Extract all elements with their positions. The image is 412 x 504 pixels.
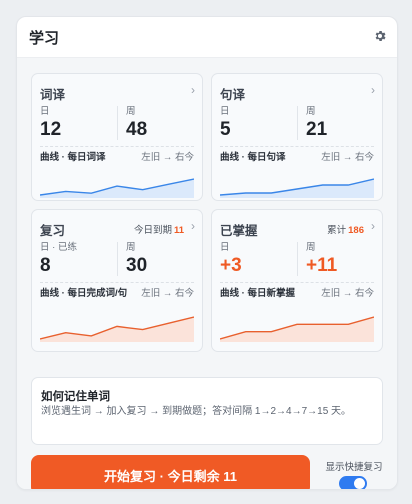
chevron-right-icon: › bbox=[371, 219, 375, 233]
divider bbox=[297, 242, 298, 276]
divider bbox=[117, 106, 118, 140]
stat-week: 周 +11 bbox=[306, 242, 337, 277]
stat-day: 日 12 bbox=[40, 106, 61, 141]
tip-title: 如何记住单词 bbox=[41, 391, 110, 403]
stat-label: 日 bbox=[220, 106, 230, 117]
stat-day: 日 +3 bbox=[220, 242, 242, 277]
chevron-right-icon: › bbox=[371, 83, 375, 97]
chart-range-label: 左旧 → 右今 bbox=[321, 152, 374, 163]
stat-value: 12 bbox=[40, 119, 62, 140]
panel-header: 学习 bbox=[17, 17, 397, 58]
divider bbox=[40, 146, 194, 147]
due-count: 11 bbox=[173, 225, 184, 236]
quick-review-label: 显示快捷复习 bbox=[325, 462, 383, 473]
panel-content: 词译 › 日 12 周 48 曲线 · 每日词译 左旧 → 右今 句译 › 日 … bbox=[17, 58, 397, 489]
card-title: 复习 bbox=[40, 224, 66, 238]
card-title: 词译 bbox=[40, 88, 66, 102]
stat-value: 21 bbox=[306, 119, 328, 140]
stat-label: 日 · 已练 bbox=[40, 242, 77, 253]
card-title: 句译 bbox=[220, 88, 246, 102]
sparkline-area bbox=[40, 317, 194, 342]
stat-value: 48 bbox=[126, 119, 148, 140]
divider bbox=[297, 106, 298, 140]
quick-review-toggle[interactable] bbox=[339, 476, 367, 489]
card-sentence-translation[interactable]: 句译 › 日 5 周 21 曲线 · 每日句译 左旧 → 右今 bbox=[211, 73, 383, 201]
card-mastered[interactable]: 已掌握 累计 186 › 日 +3 周 +11 曲线 · 每日新掌握 左旧 → 右… bbox=[211, 209, 383, 352]
stat-week: 周 30 bbox=[126, 242, 147, 277]
stat-day: 日 5 bbox=[220, 106, 231, 141]
stat-week: 周 21 bbox=[306, 106, 327, 141]
chart-range-label: 左旧 → 右今 bbox=[141, 288, 194, 299]
start-review-button[interactable]: 开始复习 · 今日剩余 11 bbox=[31, 455, 310, 489]
stat-value: 8 bbox=[40, 255, 51, 276]
chart-caption: 曲线 · 每日句译 bbox=[220, 152, 286, 163]
stat-value: 5 bbox=[220, 119, 231, 140]
total-label: 累计 bbox=[327, 225, 347, 236]
total-count: 累计 186 bbox=[327, 222, 364, 236]
due-label: 今日到期 bbox=[133, 225, 172, 236]
divider bbox=[117, 242, 118, 276]
chevron-right-icon: › bbox=[191, 83, 195, 97]
divider bbox=[220, 282, 374, 283]
chart-range-label: 左旧 → 右今 bbox=[321, 288, 374, 299]
card-word-translation[interactable]: 词译 › 日 12 周 48 曲线 · 每日词译 左旧 → 右今 bbox=[31, 73, 203, 201]
gear-icon[interactable] bbox=[373, 29, 387, 43]
stat-value: +3 bbox=[220, 255, 242, 276]
stat-label: 周 bbox=[126, 106, 136, 117]
card-review[interactable]: 复习 今日到期 11 › 日 · 已练 8 周 30 曲线 · 每日完成词/句 左… bbox=[31, 209, 203, 352]
chart-caption: 曲线 · 每日词译 bbox=[40, 152, 106, 163]
sparkline bbox=[40, 316, 194, 342]
stat-label: 日 bbox=[40, 106, 50, 117]
stat-label: 周 bbox=[306, 242, 316, 253]
stat-label: 周 bbox=[126, 242, 136, 253]
memory-tip: 如何记住单词 浏览遇生词 → 加入复习 → 到期做题；答对间隔 1→2→4→7→… bbox=[31, 377, 383, 445]
stat-label: 周 bbox=[306, 106, 316, 117]
toggle-knob bbox=[354, 478, 365, 489]
sparkline bbox=[40, 178, 194, 198]
stat-value: +11 bbox=[306, 255, 338, 276]
sparkline bbox=[220, 316, 374, 342]
divider bbox=[40, 282, 194, 283]
due-today: 今日到期 11 bbox=[134, 222, 184, 236]
sparkline-area bbox=[220, 317, 374, 342]
chart-caption: 曲线 · 每日新掌握 bbox=[220, 288, 295, 299]
stat-week: 周 48 bbox=[126, 106, 147, 141]
divider bbox=[220, 146, 374, 147]
card-title: 已掌握 bbox=[220, 224, 258, 238]
chevron-right-icon: › bbox=[191, 219, 195, 233]
sparkline bbox=[220, 178, 374, 198]
sparkline-area bbox=[40, 179, 194, 198]
stat-value: 30 bbox=[126, 255, 148, 276]
tip-body: 浏览遇生词 → 加入复习 → 到期做题；答对间隔 1→2→4→7→15 天。 bbox=[41, 406, 352, 417]
chart-range-label: 左旧 → 右今 bbox=[141, 152, 194, 163]
stat-label: 日 bbox=[220, 242, 230, 253]
stat-day: 日 · 已练 8 bbox=[40, 242, 77, 277]
chart-caption: 曲线 · 每日完成词/句 bbox=[40, 288, 128, 299]
study-panel: 学习 词译 › 日 12 周 48 曲线 · 每日词译 左旧 → 右今 句译 ›… bbox=[16, 16, 398, 490]
page-title: 学习 bbox=[29, 30, 60, 47]
total-value: 186 bbox=[348, 225, 364, 236]
